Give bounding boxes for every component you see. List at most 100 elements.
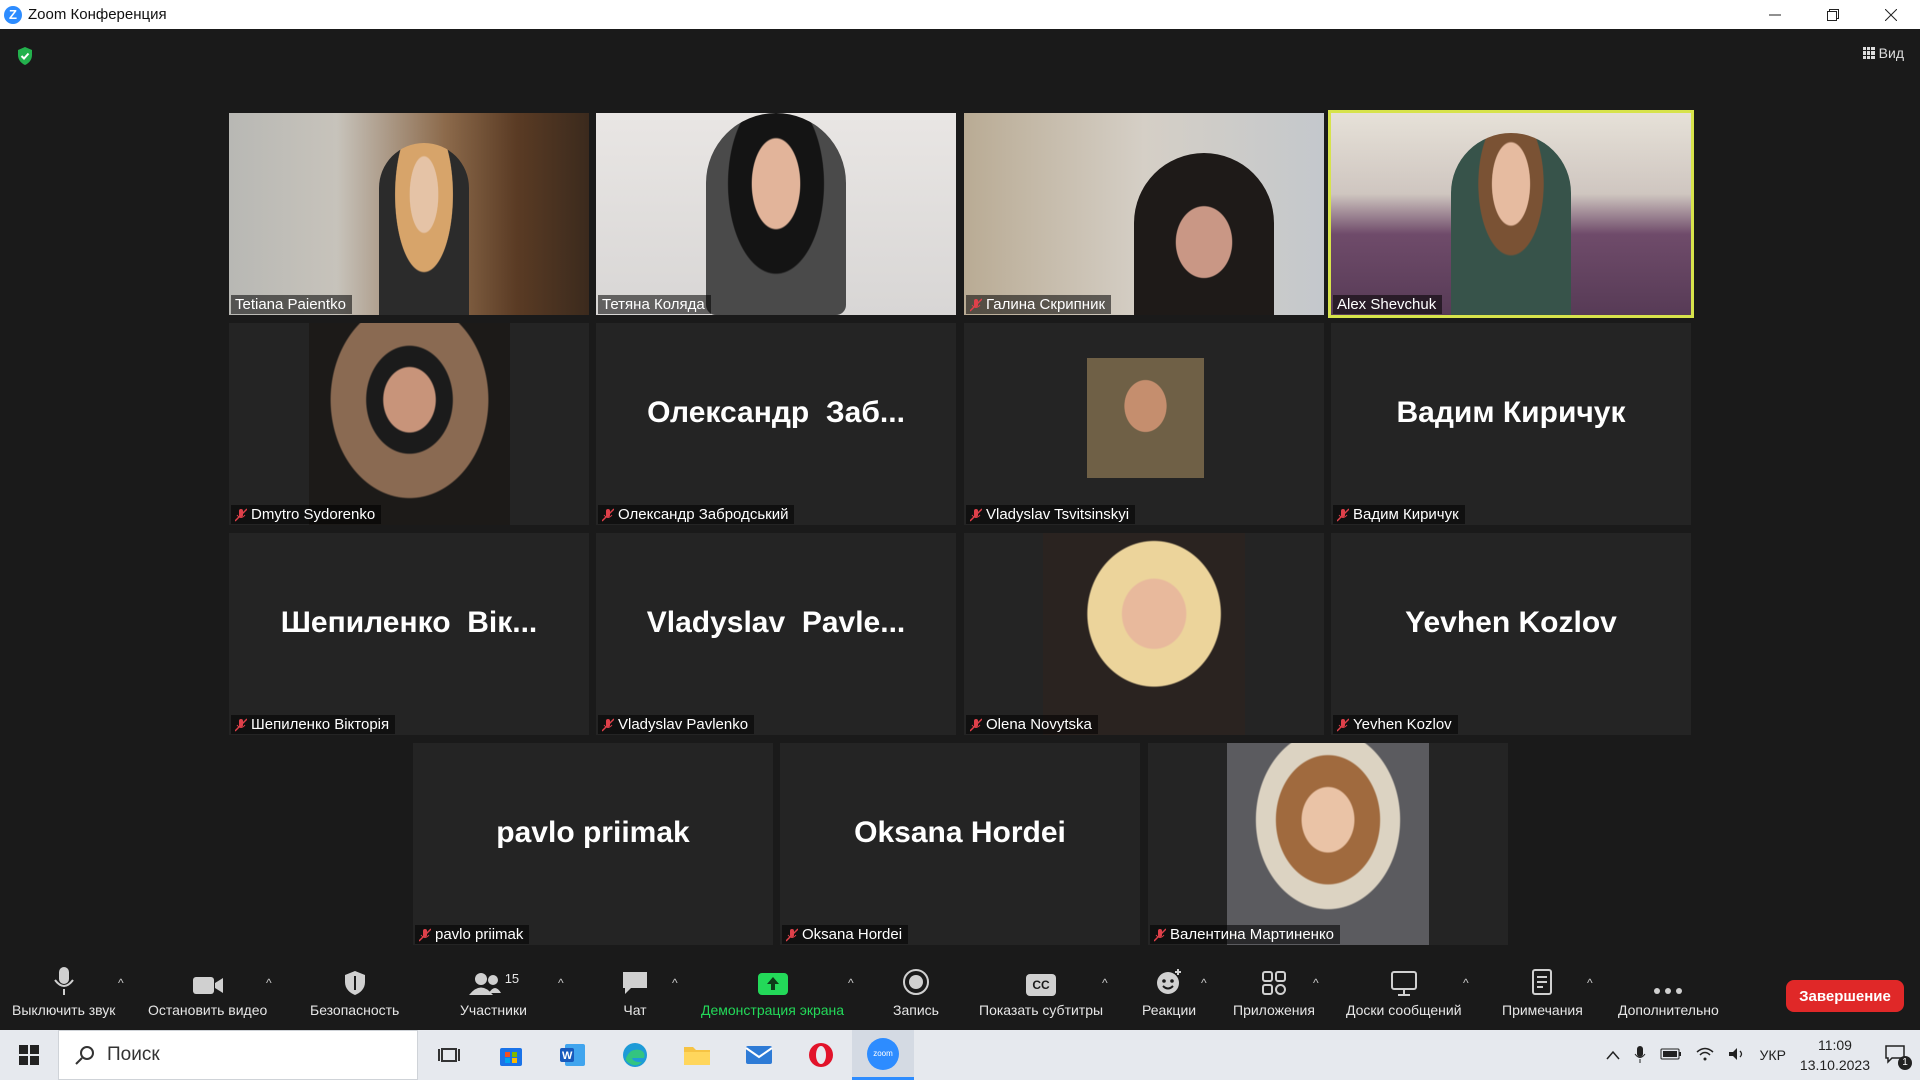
taskbar-clock[interactable]: 11:09 13.10.2023 [1800, 1035, 1870, 1075]
share-screen-button[interactable]: Демонстрация экрана [701, 966, 844, 1018]
participant-name-label: Yevhen Kozlov [1333, 715, 1458, 734]
participant-name-label: Olena Novytska [966, 715, 1098, 734]
whiteboard-icon [1390, 966, 1418, 996]
participant-figure [706, 113, 846, 315]
muted-mic-icon [234, 717, 248, 732]
participant-display-name: Вадим Киричук [1396, 396, 1626, 429]
muted-mic-icon [785, 927, 799, 942]
participant-tile[interactable]: Vladyslav Pavle... Vladyslav Pavlenko [596, 533, 956, 735]
participant-tile[interactable]: Yevhen Kozlov Yevhen Kozlov [1331, 533, 1691, 735]
search-placeholder: Поиск [107, 1044, 160, 1065]
participant-name-label: Oksana Hordei [782, 925, 909, 944]
end-meeting-button[interactable]: Завершение [1786, 980, 1904, 1012]
share-options-chevron-icon[interactable]: ^ [848, 976, 854, 990]
participant-tile[interactable]: Olena Novytska [964, 533, 1324, 735]
taskbar-search-box[interactable]: Поиск [58, 1030, 418, 1080]
show-hidden-icons-chevron-icon[interactable] [1605, 1047, 1620, 1063]
participant-display-name: Олександр Заб... [647, 396, 905, 429]
volume-icon[interactable] [1728, 1047, 1746, 1064]
participant-name-label: Шепиленко Вікторія [231, 715, 396, 734]
windows-start-button[interactable] [0, 1030, 58, 1080]
tray-microphone-icon[interactable] [1634, 1045, 1646, 1066]
view-label: Вид [1878, 45, 1904, 61]
participant-tile[interactable]: Олександр Заб... Олександр Забродський [596, 323, 956, 525]
chat-options-chevron-icon[interactable]: ^ [672, 976, 678, 990]
reactions-options-chevron-icon[interactable]: ^ [1201, 976, 1207, 990]
muted-mic-icon [969, 717, 983, 732]
participants-options-chevron-icon[interactable]: ^ [558, 976, 564, 990]
edge-browser-button[interactable] [604, 1030, 666, 1080]
word-icon: W [560, 1044, 585, 1066]
participant-display-name: Vladyslav Pavle... [646, 606, 906, 639]
participant-display-name: Oksana Hordei [854, 816, 1066, 849]
svg-text:W: W [562, 1050, 573, 1062]
participant-tile[interactable]: Валентина Мартиненко [1148, 743, 1508, 945]
reaction-smiley-icon [1155, 966, 1183, 996]
notifications-button[interactable]: 1 [1884, 1043, 1912, 1070]
restore-button[interactable] [1804, 0, 1862, 29]
audio-options-chevron-icon[interactable]: ^ [118, 976, 124, 990]
opera-browser-button[interactable] [790, 1030, 852, 1080]
participant-name-label: Dmytro Sydorenko [231, 505, 382, 524]
clock-time: 11:09 [1817, 1037, 1852, 1053]
stop-video-button[interactable]: Остановить видео [148, 966, 267, 1018]
participant-name-label: Alex Shevchuk [1333, 295, 1443, 314]
participant-tile[interactable]: Вадим Киричук Вадим Киричук [1331, 323, 1691, 525]
zoom-taskbar-button[interactable]: zoom [852, 1030, 914, 1080]
wifi-icon[interactable] [1696, 1047, 1714, 1064]
participants-count: 15 [504, 971, 520, 986]
close-button[interactable] [1862, 0, 1920, 29]
record-button[interactable]: Запись [893, 966, 939, 1018]
captions-options-chevron-icon[interactable]: ^ [1102, 976, 1108, 990]
microsoft-store-button[interactable] [480, 1030, 542, 1080]
file-explorer-button[interactable] [666, 1030, 728, 1080]
participant-tile[interactable]: Шепиленко Вік... Шепиленко Вікторія [229, 533, 589, 735]
participant-tile[interactable]: Галина Скрипник [964, 113, 1324, 315]
minimize-button[interactable] [1746, 0, 1804, 29]
participant-tile[interactable]: Vladyslav Tsvitsinskyi [964, 323, 1324, 525]
mute-button[interactable]: Выключить звук [12, 966, 115, 1018]
closed-captions-icon: CC [1026, 966, 1057, 996]
participant-tile[interactable]: Oksana Hordei Oksana Hordei [780, 743, 1140, 945]
captions-button[interactable]: CC Показать субтитры [979, 966, 1103, 1018]
participant-name-label: Vladyslav Pavlenko [598, 715, 755, 734]
notes-button[interactable]: Примечания [1502, 966, 1583, 1018]
apps-options-chevron-icon[interactable]: ^ [1313, 976, 1319, 990]
video-camera-icon [192, 966, 224, 996]
participants-icon: 15 [468, 966, 519, 996]
security-button[interactable]: Безопасность [310, 966, 399, 1018]
notes-options-chevron-icon[interactable]: ^ [1587, 976, 1593, 990]
reactions-button[interactable]: Реакции [1142, 966, 1196, 1018]
participant-tile[interactable]: Tetiana Paientko [229, 113, 589, 315]
title-bar: Z Zoom Конференция [0, 0, 1920, 29]
input-language[interactable]: УКР [1760, 1047, 1786, 1063]
zoom-logo-icon: Z [4, 5, 22, 24]
participant-tile[interactable]: pavlo priimak pavlo priimak [413, 743, 773, 945]
participant-tile-active-speaker[interactable]: Alex Shevchuk [1328, 110, 1694, 318]
participant-name-label: Валентина Мартиненко [1150, 925, 1341, 944]
participants-button[interactable]: 15 Участники [460, 966, 527, 1018]
chat-button[interactable]: Чат [621, 966, 649, 1018]
participant-display-name: Yevhen Kozlov [1405, 606, 1617, 639]
apps-button[interactable]: Приложения [1233, 966, 1315, 1018]
muted-mic-icon [969, 507, 983, 522]
muted-mic-icon [601, 717, 615, 732]
whiteboards-button[interactable]: Доски сообщений [1346, 966, 1462, 1018]
word-button[interactable]: W [542, 1030, 604, 1080]
mail-button[interactable] [728, 1030, 790, 1080]
battery-icon[interactable] [1660, 1047, 1682, 1063]
whiteboards-options-chevron-icon[interactable]: ^ [1463, 976, 1469, 990]
participant-name-label: Tetiana Paientko [231, 295, 352, 314]
encryption-shield-icon[interactable] [16, 46, 34, 66]
participant-display-name: Шепиленко Вік... [280, 606, 538, 639]
more-button[interactable]: Дополнительно [1618, 966, 1719, 1018]
video-options-chevron-icon[interactable]: ^ [266, 976, 272, 990]
participant-photo [309, 323, 510, 525]
opera-icon [809, 1043, 833, 1067]
participant-tile[interactable]: Dmytro Sydorenko [229, 323, 589, 525]
folder-icon [684, 1047, 710, 1065]
view-button[interactable]: Вид [1862, 45, 1904, 61]
muted-mic-icon [601, 507, 615, 522]
task-view-button[interactable] [418, 1030, 480, 1080]
participant-tile[interactable]: Тетяна Коляда [596, 113, 956, 315]
